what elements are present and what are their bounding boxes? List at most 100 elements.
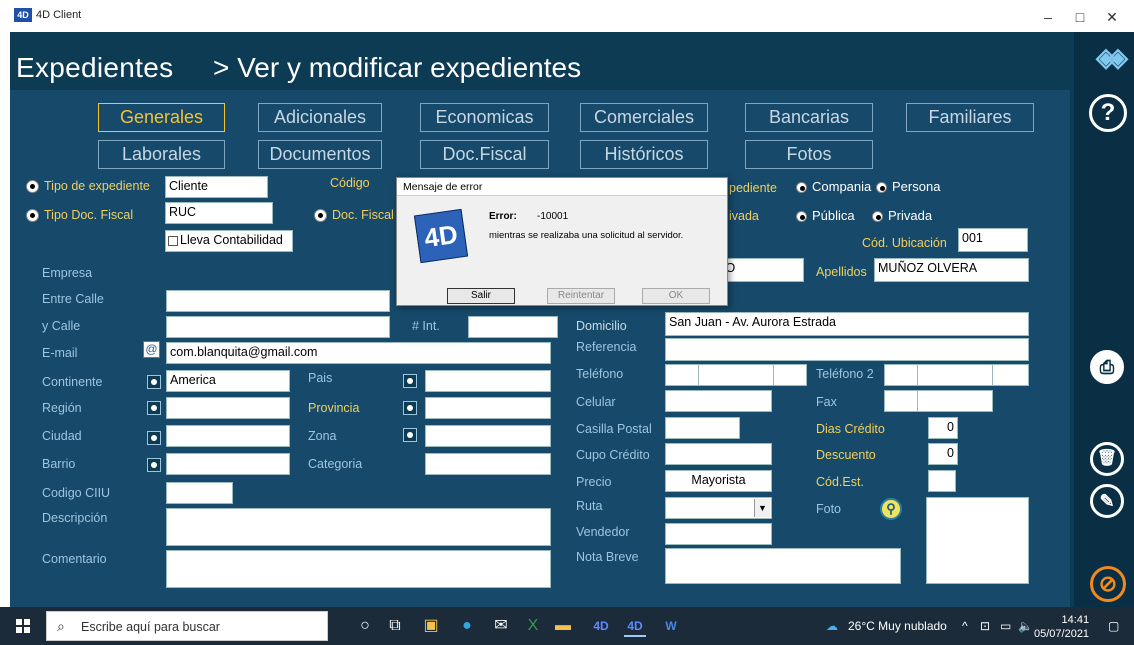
file-explorer-icon[interactable]: ▬ [552, 615, 574, 637]
domicilio-field[interactable]: San Juan - Av. Aurora Estrada [665, 312, 1029, 336]
descuento-field[interactable]: 0 [928, 443, 958, 465]
persona-radio[interactable] [876, 182, 887, 193]
dias-credito-field[interactable]: 0 [928, 417, 958, 439]
volume-icon[interactable]: 🔈 [1018, 619, 1033, 633]
y-calle-field[interactable] [166, 316, 390, 338]
tab-historicos[interactable]: Históricos [580, 140, 708, 169]
pais-field[interactable] [425, 370, 551, 392]
ciudad-field[interactable] [166, 425, 290, 447]
telefono-number-field[interactable] [698, 364, 774, 386]
publica-radio[interactable] [796, 211, 807, 222]
tab-generales[interactable]: Generales [98, 103, 225, 132]
tipo-expediente-radio[interactable] [26, 180, 39, 193]
store-icon[interactable]: ▣ [420, 615, 442, 637]
taskbar-search[interactable]: ⌕ Escribe aquí para buscar [46, 611, 328, 641]
categoria-field[interactable] [425, 453, 551, 475]
apellidos-field[interactable]: MUÑOZ OLVERA [874, 258, 1029, 282]
cortana-icon[interactable]: ○ [354, 615, 376, 637]
num-int-field[interactable] [468, 316, 558, 338]
zona-picker[interactable] [403, 428, 417, 442]
tab-bancarias[interactable]: Bancarias [745, 103, 873, 132]
barrio-field[interactable] [166, 453, 290, 475]
telefono2-prefix-field[interactable] [884, 364, 918, 386]
tab-doc-fiscal[interactable]: Doc.Fiscal [420, 140, 549, 169]
lleva-contabilidad-checkbox[interactable] [168, 236, 178, 246]
tab-comerciales[interactable]: Comerciales [580, 103, 708, 132]
ciudad-picker[interactable] [147, 431, 161, 445]
salir-button[interactable]: Salir [447, 288, 515, 304]
telefono-ext-field[interactable] [773, 364, 807, 386]
mail-icon[interactable]: ✉ [490, 615, 512, 637]
weather-text[interactable]: 26°C Muy nublado [848, 619, 947, 633]
print-icon[interactable]: ⎙ [1090, 350, 1124, 384]
continente-picker[interactable] [147, 375, 161, 389]
comentario-field[interactable] [166, 550, 551, 588]
close-button[interactable]: ✕ [1092, 6, 1132, 28]
descripcion-field[interactable] [166, 508, 551, 546]
tipo-doc-fiscal-radio[interactable] [26, 209, 39, 222]
telefono-prefix-field[interactable] [665, 364, 699, 386]
codigo-ciiu-field[interactable] [166, 482, 233, 504]
tab-economicas[interactable]: Economicas [420, 103, 549, 132]
pais-picker[interactable] [403, 374, 417, 388]
tab-adicionales[interactable]: Adicionales [258, 103, 382, 132]
entre-calle-field[interactable] [166, 290, 390, 312]
provincia-picker[interactable] [403, 401, 417, 415]
cupo-credito-field[interactable] [665, 443, 772, 465]
lleva-contabilidad-box[interactable]: Lleva Contabilidad [165, 230, 293, 252]
ruta-dropdown[interactable]: ▼ [665, 497, 772, 519]
ok-button[interactable]: OK [642, 288, 710, 304]
tipo-doc-fiscal-field[interactable]: RUC [165, 202, 273, 224]
email-icon[interactable]: @ [143, 341, 160, 358]
edge-icon[interactable]: ● [456, 615, 478, 637]
privada-radio[interactable] [872, 211, 883, 222]
taskbar-clock[interactable]: 14:41 05/07/2021 [1034, 613, 1089, 641]
zona-field[interactable] [425, 425, 551, 447]
region-picker[interactable] [147, 401, 161, 415]
dropdown-arrow-icon[interactable]: ▼ [754, 499, 770, 517]
network-icon[interactable]: ⊡ [980, 619, 990, 633]
domicilio-label: Domicilio [576, 319, 627, 333]
fax-prefix-field[interactable] [884, 390, 918, 412]
telefono2-ext-field[interactable] [992, 364, 1029, 386]
weather-icon[interactable]: ☁ [826, 619, 838, 633]
word-icon[interactable]: W [660, 615, 682, 637]
reintentar-button[interactable]: Reintentar [547, 288, 615, 304]
foto-frame[interactable] [926, 497, 1029, 584]
precio-field[interactable]: Mayorista [665, 470, 772, 492]
task-view-icon[interactable]: ⧉ [384, 615, 406, 637]
region-field[interactable] [166, 397, 290, 419]
celular-field[interactable] [665, 390, 772, 412]
help-icon[interactable]: ? [1089, 94, 1127, 132]
barrio-picker[interactable] [147, 458, 161, 472]
doc-fiscal-radio[interactable] [314, 209, 327, 222]
cod-est-field[interactable] [928, 470, 956, 492]
4d-client-icon[interactable]: 4D [624, 615, 646, 637]
telefono2-number-field[interactable] [917, 364, 993, 386]
casilla-postal-field[interactable] [665, 417, 740, 439]
provincia-field[interactable] [425, 397, 551, 419]
compania-radio[interactable] [796, 182, 807, 193]
nota-breve-field[interactable] [665, 548, 901, 584]
tab-documentos[interactable]: Documentos [258, 140, 382, 169]
magnifier-icon[interactable]: ⚲ [880, 498, 902, 520]
battery-icon[interactable]: ▭ [1000, 619, 1011, 633]
excel-icon[interactable]: X [522, 615, 544, 637]
4d-app-icon[interactable]: 4D [590, 615, 612, 637]
tab-familiares[interactable]: Familiares [906, 103, 1034, 132]
edit-icon[interactable]: ✎ [1090, 484, 1124, 518]
notifications-icon[interactable]: ▢ [1108, 619, 1119, 633]
tipo-expediente-field[interactable]: Cliente [165, 176, 268, 198]
fax-number-field[interactable] [917, 390, 993, 412]
continente-field[interactable]: America [166, 370, 290, 392]
tray-chevron-icon[interactable]: ^ [962, 619, 968, 633]
tab-fotos[interactable]: Fotos [745, 140, 873, 169]
tab-laborales[interactable]: Laborales [98, 140, 225, 169]
cod-ubicacion-field[interactable]: 001 [958, 228, 1028, 252]
delete-icon[interactable]: 🗑 [1090, 442, 1124, 476]
windows-start-icon[interactable] [16, 619, 30, 633]
referencia-field[interactable] [665, 338, 1029, 361]
vendedor-field[interactable] [665, 523, 772, 545]
email-field[interactable]: com.blanquita@gmail.com [166, 342, 551, 364]
cancel-icon[interactable]: ⊘ [1090, 566, 1126, 602]
